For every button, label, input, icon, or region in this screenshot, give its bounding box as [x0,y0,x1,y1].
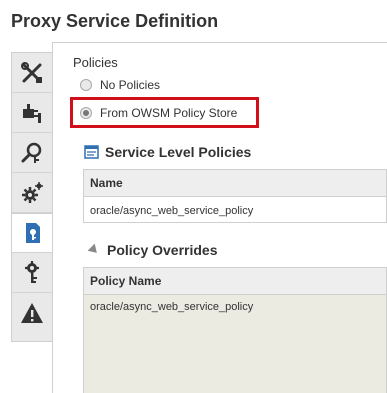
highlight-annotation [70,97,259,128]
policy-overrides-title: Policy Overrides [107,242,218,258]
tab-transport[interactable] [12,93,52,133]
tools-icon [21,61,42,83]
gear-key-icon [25,260,39,283]
policy-overrides-header[interactable]: Policy Overrides [87,242,218,258]
tab-security-search[interactable] [12,133,52,173]
policy-overrides-table: Policy Name oracle/async_web_service_pol… [83,267,387,393]
radio-button[interactable] [80,79,92,91]
tab-configuration[interactable] [12,173,52,213]
collapse-triangle-icon[interactable] [87,243,101,257]
policy-document-icon [26,223,40,243]
tab-security[interactable] [12,253,52,293]
column-header-policy-name: Policy Name [84,268,386,295]
policies-label: Policies [73,55,118,70]
policy-list-icon [83,143,101,161]
tab-alerts[interactable] [12,293,52,333]
page-title: Proxy Service Definition [11,11,219,31]
no-policies-radio[interactable]: No Policies [80,78,160,92]
warning-icon [21,303,43,323]
search-key-icon [21,142,42,163]
table-row[interactable]: oracle/async_web_service_policy [84,197,386,225]
plug-icon [23,103,41,123]
tab-general[interactable] [12,53,52,93]
gears-icon [22,181,43,203]
tab-policies[interactable] [12,213,54,253]
no-policies-label: No Policies [100,78,161,92]
column-header-name: Name [84,170,386,197]
vertical-tab-strip [11,52,54,342]
service-level-policies-table: Name oracle/async_web_service_policy [83,169,387,223]
table-row[interactable]: oracle/async_web_service_policy [84,295,386,319]
service-level-policies-header[interactable]: Service Level Policies [83,143,251,161]
service-level-policies-title: Service Level Policies [105,144,252,160]
